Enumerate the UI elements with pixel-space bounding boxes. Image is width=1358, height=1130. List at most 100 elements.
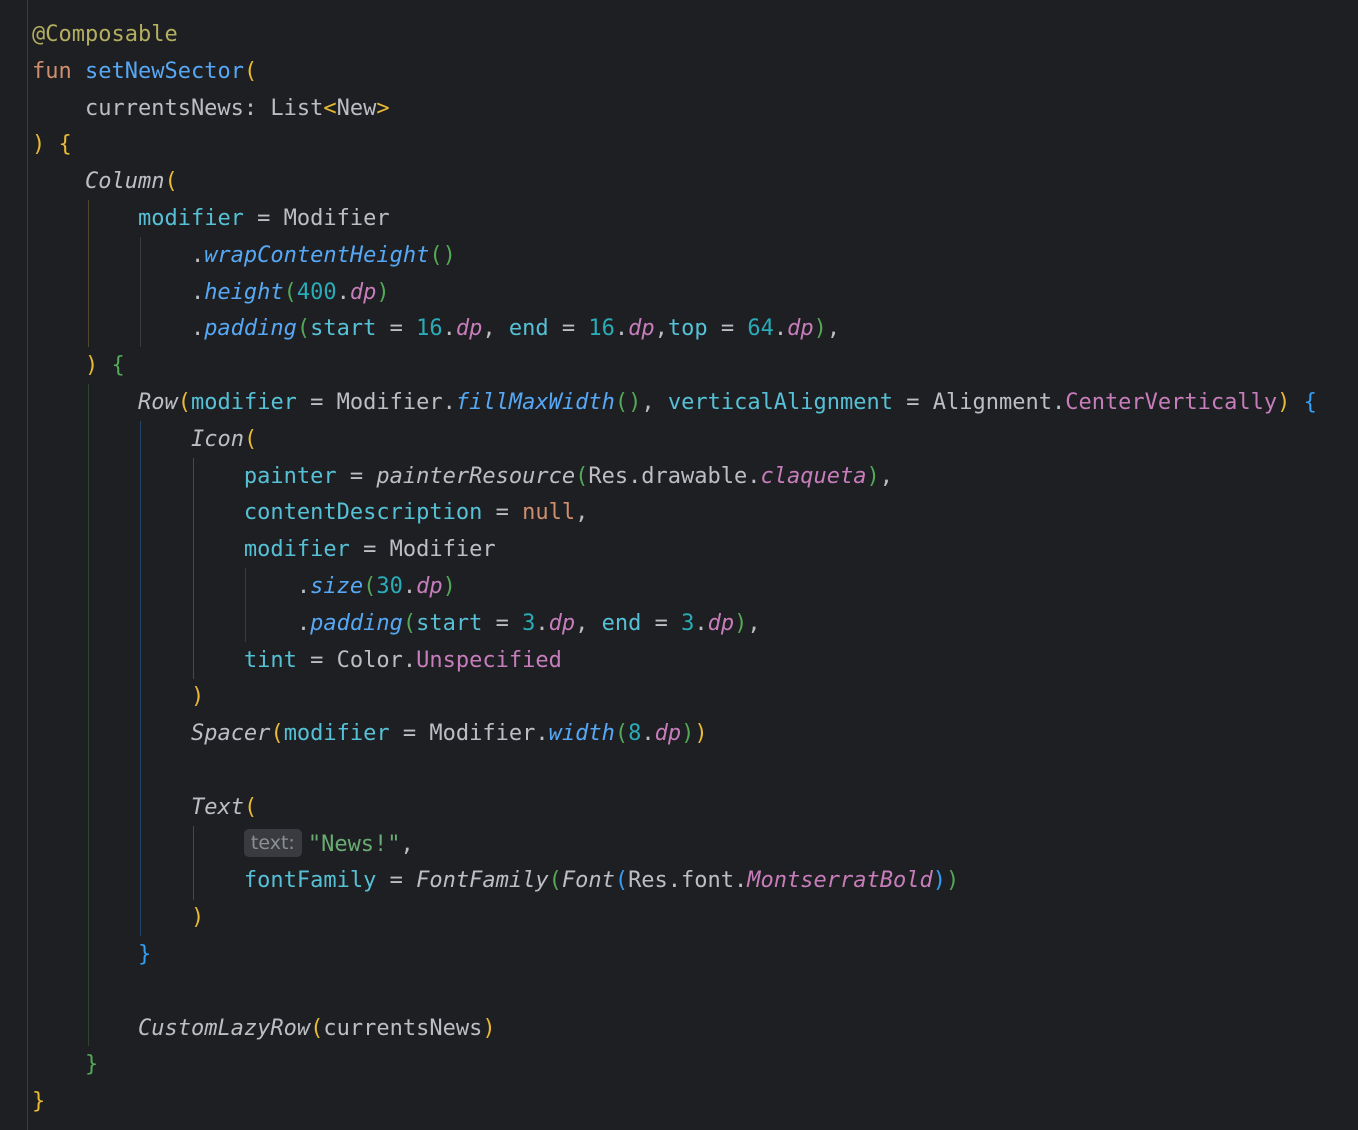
code-token: () [429,242,456,268]
code-token: Icon [190,426,244,452]
code-token: ( [243,426,258,452]
code-token: FontFamily [416,868,549,894]
code-token: painter [243,463,337,489]
code-token: ( [164,169,178,195]
code-line[interactable]: contentDescription = null, [32,494,588,531]
code-line[interactable]: Column( [32,163,178,200]
code-line[interactable]: .size(30.dp) [32,568,456,605]
code-token: dp [455,316,483,342]
code-token: . [694,610,708,636]
code-token: . [535,610,549,636]
code-line[interactable]: .padding(start = 3.dp, end = 3.dp), [32,605,761,642]
code-token: 30 [376,574,403,599]
code-token: ( [243,794,258,820]
code-token: . [32,574,311,599]
code-token: , [482,316,509,342]
code-token: ( [296,316,311,342]
code-line[interactable]: ) [32,899,204,936]
code-line[interactable]: .height(400.dp) [32,274,390,311]
code-line[interactable]: currentsNews: List<New> [32,90,390,127]
code-token: , [641,390,668,415]
code-token: ( [243,58,258,84]
code-line[interactable]: .padding(start = 16.dp, end = 16.dp,top … [32,310,840,347]
code-token: . [442,316,456,342]
code-token: padding [204,316,297,342]
code-token: . [32,610,311,636]
code-line[interactable]: ) { [32,126,72,163]
code-token: Spacer [190,721,271,747]
code-token: ) [376,279,390,305]
code-token: () [614,390,642,415]
code-line[interactable]: @Composable [32,16,178,53]
code-token: dp [349,279,377,305]
code-line[interactable]: modifier = Modifier [32,200,390,237]
code-line[interactable]: Row(modifier = Modifier.fillMaxWidth(), … [32,384,1317,421]
code-line[interactable]: Spacer(modifier = Modifier.width(8.dp)) [32,715,708,752]
code-line[interactable]: painter = painterResource(Res.drawable.c… [32,458,893,495]
code-token: "News!" [307,831,401,857]
code-token: fontFamily [243,868,377,894]
code-token: = [482,500,523,526]
code-token: 8 [628,721,642,747]
code-editor[interactable]: @Composable fun setNewSector( currentsNew… [0,0,1358,1130]
code-token: ( [283,279,297,305]
code-line[interactable]: } [32,1083,45,1120]
code-token: Column [84,169,165,195]
code-line[interactable]: tint = Color.Unspecified [32,642,562,679]
code-token: top [667,316,708,342]
code-token: ) [1277,390,1291,415]
code-token: ) [866,463,880,489]
code-token: , [575,610,602,636]
code-token: contentDescription [243,500,483,526]
code-token: . [32,316,205,342]
code-line[interactable]: } [32,1046,98,1083]
code-line[interactable]: Text( [32,789,257,826]
code-token: CenterVertically [1065,390,1278,415]
code-token: start [310,316,377,342]
code-token: = [548,316,589,342]
code-token: , [747,610,761,636]
code-line[interactable]: modifier = Modifier [32,531,496,568]
code-line[interactable]: ) [32,678,204,715]
code-token: = [336,463,377,489]
code-token: { [111,353,125,379]
code-line[interactable]: text: "News!", [32,826,414,863]
code-token: = Modifier. [389,721,549,747]
code-token: null [522,500,576,526]
code-token: ) [945,868,960,894]
code-token: } [32,1089,46,1115]
code-line[interactable]: fontFamily = FontFamily(Font(Res.font.Mo… [32,862,959,899]
code-line[interactable]: fun setNewSector( [32,53,257,90]
code-token: } [137,942,152,967]
code-token: = Modifier [349,537,496,563]
code-line[interactable]: Icon( [32,421,257,458]
code-token: dp [654,721,682,747]
code-line[interactable]: .wrapContentHeight() [32,237,456,274]
code-token: MontserratBold [747,868,933,894]
code-token: , [879,463,893,489]
code-token: = Color. [296,647,417,673]
code-line[interactable]: ) { [32,347,125,384]
code-line[interactable]: } [32,936,151,973]
code-token: Text [190,794,244,820]
code-token: ) [442,574,456,599]
code-token: painterResource [376,463,576,489]
code-token: 3 [522,610,536,636]
code-line[interactable]: CustomLazyRow(currentsNews) [32,1010,496,1047]
code-token: size [310,574,364,599]
code-token: . [773,316,788,342]
code-token: ) [190,684,205,710]
code-token: padding [310,610,403,636]
